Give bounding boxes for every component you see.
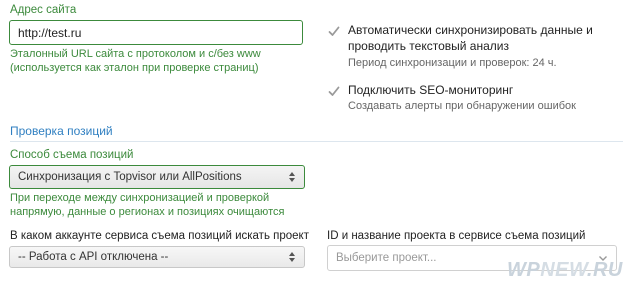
seo-monitoring-checkbox[interactable] <box>327 84 341 98</box>
positions-section-title: Проверка позиций <box>10 124 113 138</box>
seo-monitoring-note: Создавать алерты при обнаружении ошибок <box>348 100 576 112</box>
watermark-prefix: WP <box>507 259 541 281</box>
method-select[interactable]: Синхронизация с Topvisor или AllPosition… <box>9 165 305 189</box>
section-divider <box>10 141 623 142</box>
select-arrows-icon <box>288 250 296 264</box>
select-arrows-icon <box>288 170 296 184</box>
seo-monitoring-label[interactable]: Подключить SEO-мониторинг <box>348 82 513 98</box>
project-select-placeholder: Выберите проект... <box>336 252 437 264</box>
method-label: Способ съема позиций <box>10 149 134 161</box>
account-select[interactable]: -- Работа с API отключена -- <box>9 246 305 268</box>
checkmark-icon <box>328 86 340 96</box>
site-url-label: Адрес сайта <box>10 4 77 16</box>
site-url-help: Эталонный URL сайта с протоколом и с/без… <box>10 48 261 74</box>
watermark-logo: WPNEW.RU <box>507 259 623 281</box>
checkmark-icon <box>328 26 340 36</box>
sync-option-label[interactable]: Автоматически синхронизировать данные и … <box>348 22 630 54</box>
account-label: В каком аккаунте сервиса съема позиций и… <box>10 230 309 242</box>
sync-period-note: Период синхронизации и проверок: 24 ч. <box>348 57 557 69</box>
method-select-value: Синхронизация с Topvisor или AllPosition… <box>18 171 242 183</box>
site-url-input[interactable] <box>9 20 303 45</box>
watermark-middle: NEW <box>540 259 587 281</box>
sync-checkbox[interactable] <box>327 24 341 38</box>
project-label: ID и название проекта в сервисе съема по… <box>327 230 586 242</box>
account-select-value: -- Работа с API отключена -- <box>18 251 169 263</box>
method-help: При переходе между синхронизацией и пров… <box>10 192 285 218</box>
watermark-suffix: .RU <box>586 259 623 281</box>
